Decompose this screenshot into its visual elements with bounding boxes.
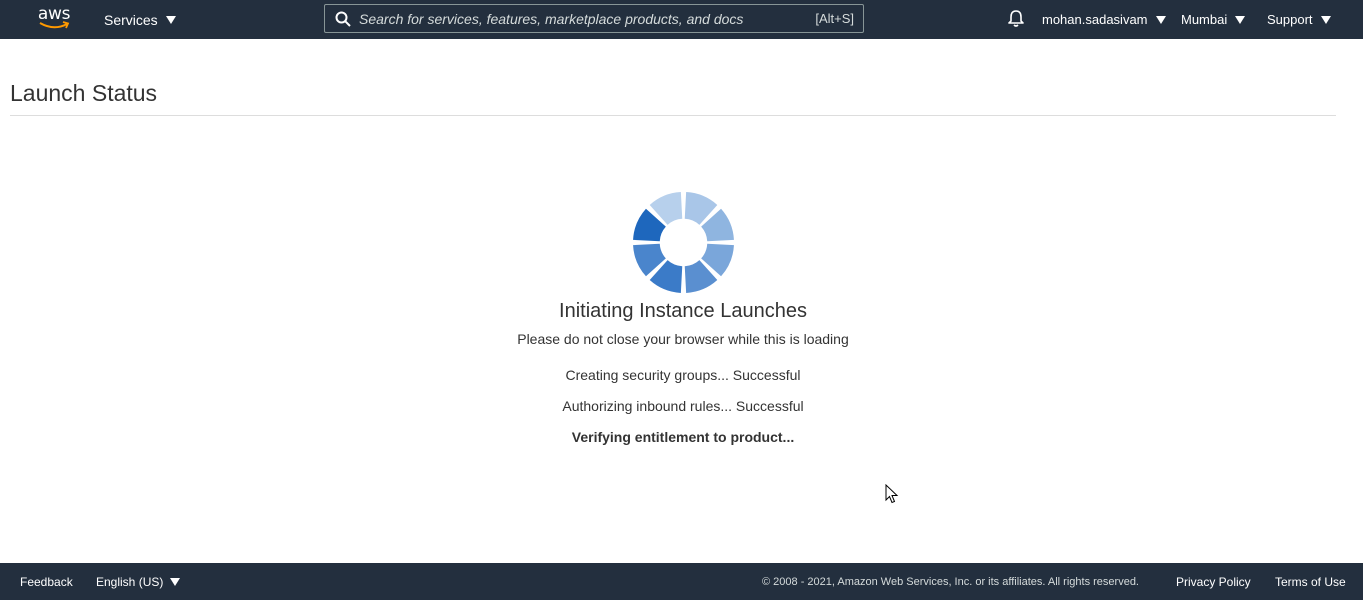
caret-down-icon [1235,15,1246,24]
status-step-entitlement: Verifying entitlement to product... [571,429,795,445]
copyright-text: © 2008 - 2021, Amazon Web Services, Inc.… [762,575,1139,588]
loading-spinner-icon [633,192,734,293]
status-step-security-groups: Creating security groups... Successful [565,367,801,383]
caret-down-icon [170,577,181,586]
status-heading: Initiating Instance Launches [559,300,807,322]
account-username: mohan.sadasivam [1042,12,1148,27]
feedback-label: Feedback [20,574,73,589]
mouse-cursor-icon [885,484,899,504]
services-menu-button[interactable]: Services [104,0,176,39]
support-menu-button[interactable]: Support [1267,0,1331,39]
language-selector[interactable]: English (US) [96,563,181,600]
status-subtext: Please do not close your browser while t… [517,331,849,347]
search-shortcut-hint: [Alt+S] [815,11,854,26]
terms-of-use-link[interactable]: Terms of Use [1275,563,1346,600]
region-label: Mumbai [1181,12,1228,27]
support-label: Support [1267,12,1313,27]
feedback-link[interactable]: Feedback [20,563,73,600]
search-input[interactable] [359,8,799,29]
language-label: English (US) [96,574,164,589]
terms-of-use-label: Terms of Use [1275,574,1346,589]
aws-smile-icon [39,21,70,29]
top-navigation-bar: aws Services [Alt+S] mohan.sadasivam Mum… [0,0,1363,39]
footer-bar: Feedback English (US) © 2008 - 2021, Ama… [0,563,1363,600]
services-label: Services [104,11,158,28]
aws-logo[interactable]: aws [36,5,72,31]
account-menu-button[interactable]: mohan.sadasivam [1042,0,1166,39]
privacy-policy-link[interactable]: Privacy Policy [1176,563,1251,600]
notifications-bell-icon[interactable] [1007,9,1025,28]
privacy-policy-label: Privacy Policy [1176,574,1251,589]
status-step-inbound-rules: Authorizing inbound rules... Successful [562,398,804,414]
title-divider [10,115,1336,116]
search-icon [335,11,351,27]
caret-down-icon [1320,15,1331,24]
region-menu-button[interactable]: Mumbai [1181,0,1246,39]
caret-down-icon [1155,15,1166,24]
caret-down-icon [165,15,176,24]
page-title: Launch Status [10,80,158,106]
search-bar[interactable]: [Alt+S] [324,4,864,33]
